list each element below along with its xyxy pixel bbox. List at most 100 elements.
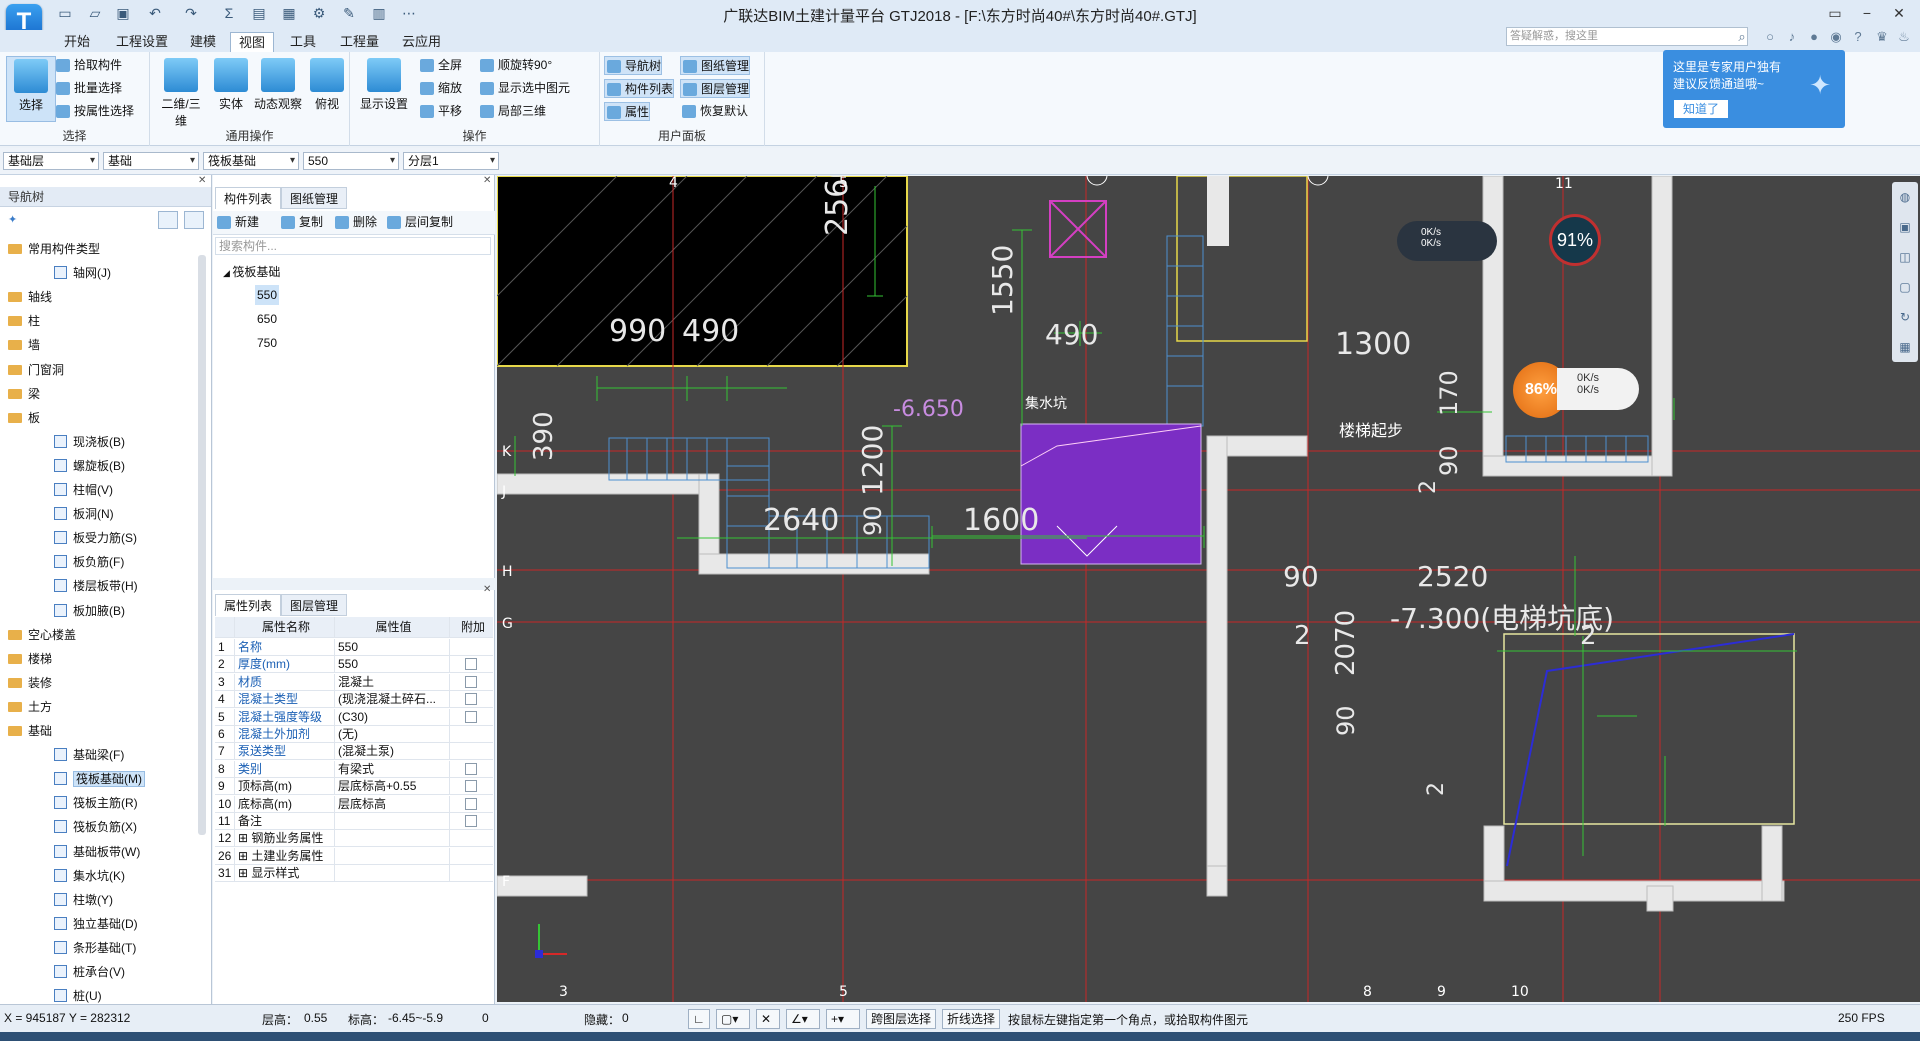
solid-button[interactable]: 实体 bbox=[206, 56, 256, 122]
undo-icon[interactable]: ↶ bbox=[146, 4, 164, 22]
floor-select[interactable]: 基础层 bbox=[3, 152, 99, 170]
sump-pit[interactable] bbox=[1020, 423, 1202, 565]
sum-icon[interactable]: Σ bbox=[220, 4, 238, 22]
drawing-canvas[interactable]: 990 490 2560 1550 490 1300 170 90 390 12… bbox=[497, 176, 1920, 1002]
nav-item[interactable]: 楼层板带(H) bbox=[54, 574, 138, 598]
check-icon[interactable]: ⚙ bbox=[310, 4, 328, 22]
component-search-input[interactable]: 搜索构件... bbox=[215, 237, 491, 255]
nav-folder[interactable]: 柱 bbox=[8, 309, 40, 333]
local-3d-button[interactable]: 局部三维 bbox=[478, 102, 546, 121]
property-row[interactable]: 2 厚度(mm) 550 bbox=[215, 656, 493, 674]
property-value[interactable]: (现浇混凝土碎石... bbox=[335, 691, 450, 709]
vip-icon[interactable]: ♛ bbox=[1874, 29, 1890, 45]
view-cube-icon[interactable]: ▢ bbox=[1892, 272, 1918, 302]
property-value[interactable]: 层底标高 bbox=[335, 795, 450, 813]
nav-item[interactable]: 筏板主筋(R) bbox=[54, 791, 138, 815]
property-value[interactable]: 混凝土 bbox=[335, 673, 450, 691]
property-value[interactable] bbox=[335, 830, 450, 848]
snap-button[interactable]: ▢▾ bbox=[716, 1009, 750, 1029]
angle-button[interactable]: ∠▾ bbox=[786, 1009, 820, 1029]
nav-folder[interactable]: 梁 bbox=[8, 382, 40, 406]
polyline-select-button[interactable]: 折线选择 bbox=[942, 1009, 1001, 1029]
property-row[interactable]: 10 底标高(m) 层底标高 bbox=[215, 795, 493, 813]
nav-folder[interactable]: 门窗洞 bbox=[8, 358, 64, 382]
redo-icon[interactable]: ↷ bbox=[182, 4, 200, 22]
nav-folder[interactable]: 墙 bbox=[8, 333, 40, 357]
tab-component-list[interactable]: 构件列表 bbox=[215, 187, 282, 209]
tab-layer-manager[interactable]: 图层管理 bbox=[281, 594, 348, 616]
stair-well-region[interactable] bbox=[1176, 176, 1308, 342]
nav-folder[interactable]: 楼梯 bbox=[8, 647, 52, 671]
menu-quantity[interactable]: 工程量 bbox=[332, 32, 387, 52]
nav-item[interactable]: 螺旋板(B) bbox=[54, 454, 125, 478]
rotate-90-button[interactable]: 顺旋转90° bbox=[478, 56, 552, 75]
draw-icon[interactable]: ✎ bbox=[340, 4, 358, 22]
component-select[interactable]: 550 bbox=[303, 152, 399, 170]
open-file-icon[interactable]: ▱ bbox=[86, 4, 104, 22]
property-row[interactable]: 7 泵送类型 (混凝土泵) bbox=[215, 743, 493, 761]
property-row[interactable]: 8 类别 有梁式 bbox=[215, 760, 493, 778]
menu-cloud[interactable]: 云应用 bbox=[394, 32, 449, 52]
settings-icon[interactable]: ♨ bbox=[1896, 29, 1912, 45]
property-value[interactable] bbox=[335, 865, 450, 883]
expand-icon[interactable]: ⊞ bbox=[238, 831, 251, 845]
nav-item[interactable]: 柱墩(Y) bbox=[54, 888, 113, 912]
zoom-button[interactable]: 缩放 bbox=[418, 79, 462, 98]
view-table-icon[interactable]: ▦ bbox=[1892, 332, 1918, 362]
new-file-icon[interactable]: ▭ bbox=[56, 4, 74, 22]
list-view-icon[interactable] bbox=[158, 211, 178, 229]
property-value[interactable] bbox=[335, 847, 450, 865]
menu-view[interactable]: 视图 bbox=[230, 32, 275, 52]
user-icon[interactable]: ○ bbox=[1762, 29, 1778, 45]
view-rotate-icon[interactable]: ↻ bbox=[1892, 302, 1918, 332]
attach-checkbox[interactable] bbox=[465, 780, 477, 793]
export-icon[interactable]: ▥ bbox=[370, 4, 388, 22]
nav-item[interactable]: 板洞(N) bbox=[54, 502, 114, 526]
props-close-icon[interactable]: ✕ bbox=[483, 584, 491, 595]
view-3d-icon[interactable]: ▣ bbox=[1892, 212, 1918, 242]
restore-ribbon-icon[interactable]: ▭ bbox=[1820, 2, 1850, 24]
property-row[interactable]: 31 ⊞ 显示样式 bbox=[215, 865, 493, 883]
new-component-button[interactable]: 新建 bbox=[215, 213, 259, 232]
attach-checkbox[interactable] bbox=[465, 797, 477, 810]
nav-scrollbar[interactable] bbox=[198, 255, 206, 835]
component-item-650[interactable]: 650 bbox=[257, 309, 277, 329]
nav-folder[interactable]: 常用构件类型 bbox=[8, 237, 100, 261]
close-button[interactable]: ✕ bbox=[1884, 2, 1914, 24]
component-item-750[interactable]: 750 bbox=[257, 333, 277, 353]
net-speed-widget-2[interactable]: 0K/s 0K/s bbox=[1557, 368, 1639, 410]
nav-tree-toggle[interactable]: 导航树 bbox=[604, 56, 663, 75]
elevator-pit[interactable] bbox=[1503, 633, 1795, 825]
complist-close-icon[interactable]: ✕ bbox=[483, 175, 491, 186]
pin-icon[interactable]: ✦ bbox=[8, 213, 17, 226]
property-row[interactable]: 6 混凝土外加剂 (无) bbox=[215, 726, 493, 743]
component-group-raft[interactable]: ◢ 筏板基础 bbox=[223, 263, 280, 280]
property-row[interactable]: 12 ⊞ 钢筋业务属性 bbox=[215, 830, 493, 848]
expand-icon[interactable]: ⊞ bbox=[238, 866, 251, 880]
grid-view-icon[interactable] bbox=[184, 211, 204, 229]
fullscreen-button[interactable]: 全屏 bbox=[418, 56, 462, 75]
tab-drawing-manager[interactable]: 图纸管理 bbox=[281, 187, 348, 209]
restore-default-button[interactable]: 恢复默认 bbox=[680, 102, 748, 121]
select-by-property-button[interactable]: 按属性选择 bbox=[54, 102, 134, 121]
property-value[interactable]: 550 bbox=[335, 656, 450, 674]
nav-item[interactable]: 板负筋(F) bbox=[54, 550, 124, 574]
property-value[interactable] bbox=[335, 813, 450, 830]
pan-button[interactable]: 平移 bbox=[418, 102, 462, 121]
copy-between-floors-button[interactable]: 层间复制 bbox=[385, 213, 453, 232]
attach-checkbox[interactable] bbox=[465, 693, 477, 706]
property-value[interactable]: 550 bbox=[335, 639, 450, 656]
nav-item[interactable]: 轴网(J) bbox=[54, 261, 111, 285]
memory-gauge[interactable]: 91% bbox=[1549, 214, 1601, 266]
copy-component-button[interactable]: 复制 bbox=[279, 213, 323, 232]
nav-folder[interactable]: 空心楼盖 bbox=[8, 623, 76, 647]
save-icon[interactable]: ▣ bbox=[114, 4, 132, 22]
tooltip-ok-button[interactable]: 知道了 bbox=[1674, 100, 1728, 118]
show-selected-button[interactable]: 显示选中图元 bbox=[478, 79, 570, 98]
2d-3d-button[interactable]: 二维/三维 bbox=[156, 56, 206, 128]
search-input[interactable]: 答疑解惑，搜这里 bbox=[1506, 27, 1748, 46]
attach-checkbox[interactable] bbox=[465, 710, 477, 723]
attach-checkbox[interactable] bbox=[465, 658, 477, 671]
menu-start[interactable]: 开始 bbox=[56, 32, 98, 52]
nav-folder[interactable]: 轴线 bbox=[8, 285, 52, 309]
